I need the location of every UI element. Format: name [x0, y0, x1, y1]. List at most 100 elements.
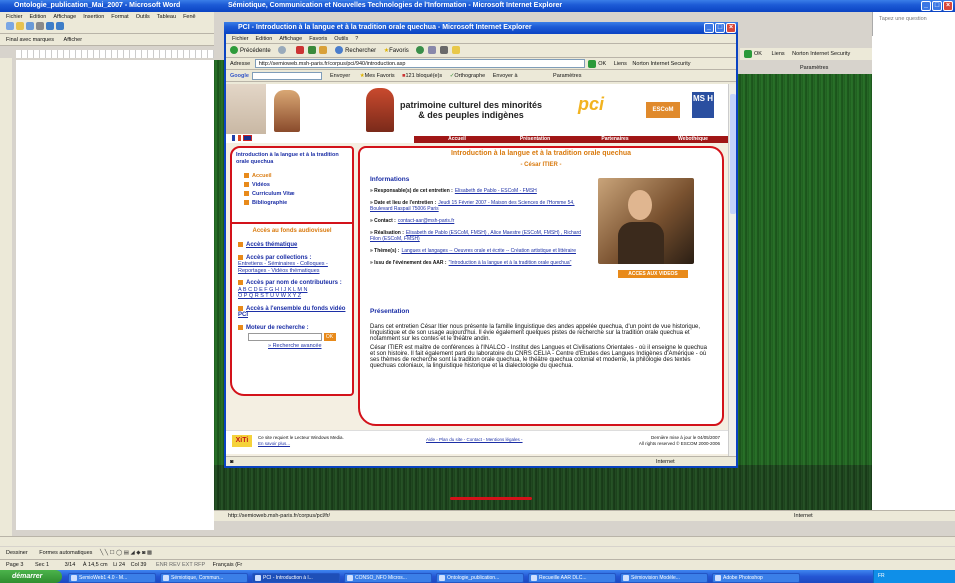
- info-value[interactable]: Elisabeth de Pablo - ESCoM - FMSH: [455, 188, 537, 194]
- refresh-icon[interactable]: [307, 46, 316, 55]
- info-value[interactable]: contact-aar@msh-paris.fr: [398, 218, 454, 224]
- footer-wm-link[interactable]: En savoir plus...: [258, 441, 344, 447]
- ie-menu-item[interactable]: Favoris: [309, 36, 327, 42]
- search-go-button[interactable]: OK: [323, 333, 336, 342]
- close-button[interactable]: ×: [943, 1, 953, 11]
- word-menu-item[interactable]: Affichage: [53, 14, 76, 20]
- ie-menu-item[interactable]: Outils: [334, 36, 348, 42]
- stop-icon[interactable]: [296, 46, 305, 55]
- outer-params[interactable]: Paramètres: [800, 62, 872, 74]
- inner-maximize-button[interactable]: □: [715, 23, 725, 33]
- taskbar-item[interactable]: Ontologie_publication...: [436, 573, 524, 583]
- google-params[interactable]: Paramètres: [553, 73, 581, 79]
- minimize-button[interactable]: _: [921, 1, 931, 11]
- favorites-button[interactable]: Favoris: [389, 48, 409, 54]
- back-icon[interactable]: [230, 46, 238, 55]
- folder-icon[interactable]: [451, 46, 460, 55]
- acces-thematique-link[interactable]: Accès thématique: [246, 242, 297, 248]
- info-value[interactable]: Langues et langages -- Oeuvres orale et …: [401, 248, 576, 254]
- go-arrow-icon[interactable]: [588, 59, 597, 68]
- taskbar-item[interactable]: Adobe Photoshop: [712, 573, 800, 583]
- redo-icon[interactable]: [56, 22, 64, 30]
- ie-menu-item[interactable]: Fichier: [232, 36, 249, 42]
- inner-close-button[interactable]: ×: [726, 23, 736, 33]
- page-scrollbar[interactable]: [728, 84, 736, 456]
- google-send[interactable]: Envoyer: [330, 73, 350, 79]
- acces-ensemble-link[interactable]: Accès à l'ensemble du fonds vidéo PCI: [238, 306, 345, 319]
- taskbar-item[interactable]: SemioWeb1 4.0 - M...: [68, 573, 156, 583]
- word-menu-item[interactable]: Outils: [136, 14, 150, 20]
- mail-icon[interactable]: [428, 46, 437, 55]
- save-icon[interactable]: [26, 22, 34, 30]
- word-menu-item[interactable]: Tableau: [157, 14, 176, 20]
- send-to[interactable]: Envoyer à: [493, 73, 518, 79]
- outer-norton[interactable]: Norton Internet Security: [792, 51, 850, 57]
- inner-minimize-button[interactable]: _: [704, 23, 714, 33]
- left-menu-cv[interactable]: Curriculum Vitæ: [244, 190, 295, 199]
- xiti-logo[interactable]: XiTi: [232, 435, 252, 447]
- videos-access-button[interactable]: ACCES AUX VIDEOS: [618, 270, 688, 278]
- nav-webotheque[interactable]: Webothèque: [658, 136, 728, 143]
- search-field[interactable]: [248, 333, 322, 342]
- ie-menu-item[interactable]: ?: [355, 36, 358, 42]
- print-icon-ie[interactable]: [439, 46, 448, 55]
- links-button[interactable]: Liens: [614, 61, 627, 67]
- address-input[interactable]: http://semioweb.msh-paris.fr/corpus/pci/…: [254, 59, 585, 69]
- print-icon[interactable]: [36, 22, 44, 30]
- outer-ok[interactable]: OK: [754, 51, 762, 57]
- undo-icon[interactable]: [46, 22, 54, 30]
- nav-presentation[interactable]: Présentation: [500, 136, 570, 143]
- french-flag-icon[interactable]: [232, 135, 241, 141]
- taskbar-item[interactable]: CONSO_NFO Micros...: [344, 573, 432, 583]
- uk-flag-icon[interactable]: [242, 135, 252, 141]
- left-menu-videos[interactable]: Vidéos: [244, 181, 295, 190]
- nav-accueil[interactable]: Accueil: [422, 136, 492, 143]
- taskbar-item[interactable]: PCI - Introduction à l...: [252, 573, 340, 583]
- outer-links[interactable]: Liens: [771, 51, 784, 57]
- word-menu-item[interactable]: Fichier: [6, 14, 23, 20]
- alphabet-row-2[interactable]: O P Q R S T U V W X Y Z: [238, 293, 348, 300]
- footer-links[interactable]: Aide - Plan du site - Contact - Mentions…: [426, 437, 523, 442]
- word-menu-item[interactable]: Format: [111, 14, 128, 20]
- maximize-button[interactable]: □: [932, 1, 942, 11]
- go-button[interactable]: OK: [598, 61, 606, 67]
- history-icon[interactable]: [416, 46, 425, 55]
- open-icon[interactable]: [16, 22, 24, 30]
- word-menu-item[interactable]: Edition: [30, 14, 47, 20]
- back-button[interactable]: Précédente: [240, 48, 271, 54]
- start-button[interactable]: démarrer: [0, 570, 62, 583]
- home-icon[interactable]: [319, 46, 328, 55]
- spellcheck[interactable]: Orthographe: [454, 73, 485, 79]
- taskbar-item[interactable]: Recueille AAR DLC...: [528, 573, 616, 583]
- word-menu-item[interactable]: Fenê: [183, 14, 196, 20]
- left-sidebar-title[interactable]: Introduction à la langue et à la traditi…: [236, 152, 348, 166]
- left-menu-accueil[interactable]: Accueil: [244, 172, 295, 181]
- word-document-page[interactable]: [16, 60, 214, 530]
- search-icon[interactable]: [335, 46, 344, 55]
- ie-menu-item[interactable]: Affichage: [279, 36, 302, 42]
- draw-button[interactable]: Dessiner: [6, 550, 28, 556]
- word-review-toolbar: Final avec marques Afficher: [0, 34, 214, 46]
- autoshapes-button[interactable]: Formes automatiques: [39, 550, 92, 556]
- word-menu-item[interactable]: Insertion: [83, 14, 104, 20]
- scrollbar-thumb[interactable]: [730, 94, 736, 214]
- show-menu[interactable]: Afficher: [64, 37, 83, 43]
- new-doc-icon[interactable]: [6, 22, 14, 30]
- forward-icon[interactable]: [278, 46, 287, 55]
- search-button[interactable]: Rechercher: [345, 48, 376, 54]
- popups-blocked[interactable]: 121 bloqué(e)s: [405, 73, 442, 79]
- left-menu-biblio[interactable]: Bibliographie: [244, 199, 295, 208]
- ask-question-box[interactable]: Tapez une question: [872, 12, 955, 36]
- go-icon[interactable]: [744, 49, 752, 58]
- info-value[interactable]: "Introduction à la langue et à la tradit…: [449, 260, 572, 266]
- advanced-search-link[interactable]: » Recherche avancée: [268, 343, 348, 350]
- ie-menu-item[interactable]: Edition: [256, 36, 273, 42]
- final-marks-select[interactable]: Final avec marques: [6, 37, 54, 43]
- nav-partenaires[interactable]: Partenaires: [580, 136, 650, 143]
- norton-toolbar[interactable]: Norton Internet Security: [632, 61, 690, 67]
- taskbar-item[interactable]: Sémiotique, Commun...: [160, 573, 248, 583]
- taskbar-item[interactable]: Sémiovision Modèle...: [620, 573, 708, 583]
- google-search-input[interactable]: [252, 71, 323, 80]
- collections-links[interactable]: Entretiens - Séminaires - Colloques - Re…: [238, 261, 348, 274]
- my-favorites[interactable]: Mes Favoris: [365, 73, 395, 79]
